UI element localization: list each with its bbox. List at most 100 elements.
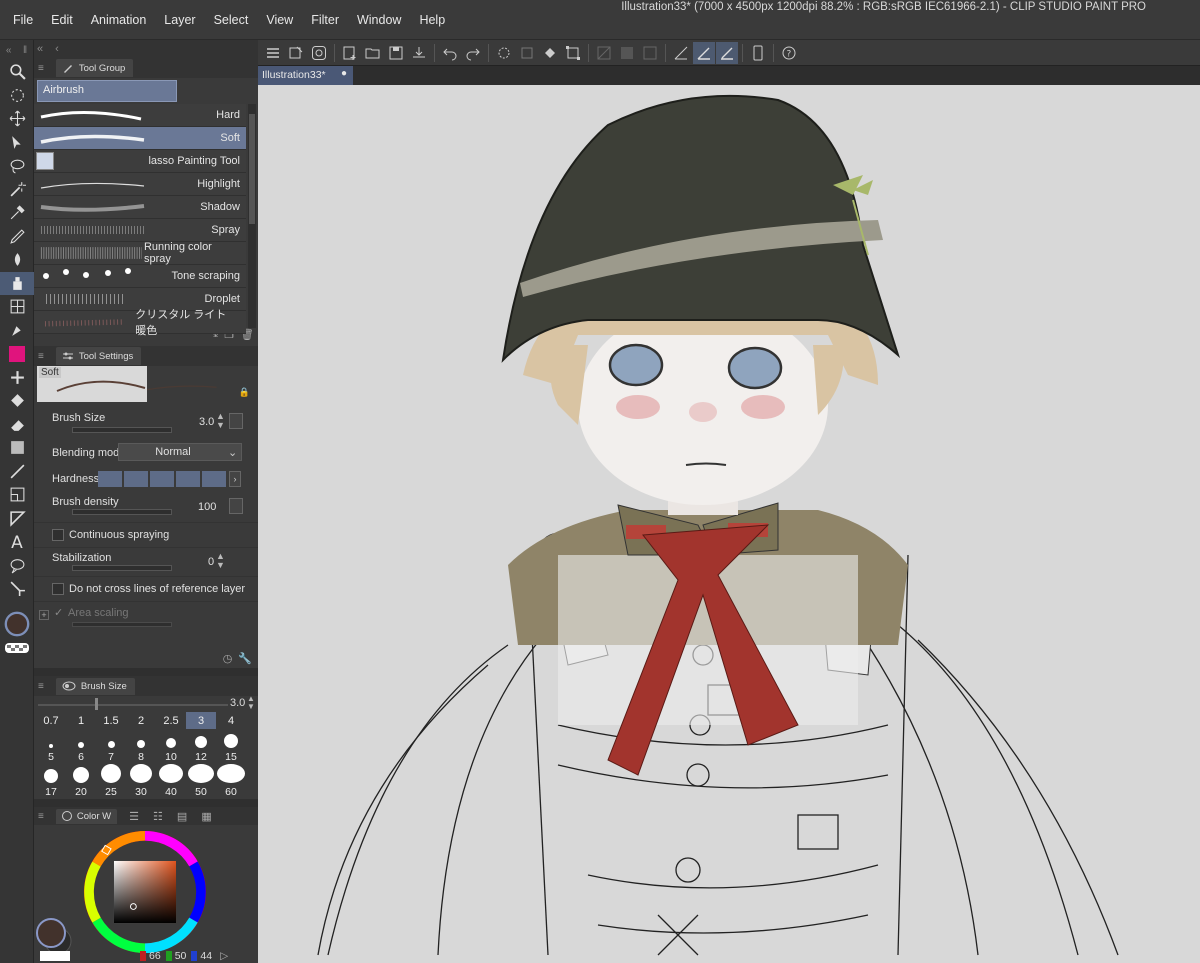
size-preset[interactable]: 7 [96, 729, 126, 764]
menu-view[interactable]: View [257, 0, 302, 40]
invert-selection-icon[interactable] [616, 42, 638, 64]
panel-menu-icon[interactable]: ≡ [38, 811, 44, 822]
size-preset[interactable]: 60 [216, 764, 246, 799]
transparent-color-icon[interactable] [0, 641, 34, 655]
tab-brush-size[interactable]: Brush Size [55, 677, 135, 695]
main-color-icon[interactable] [0, 607, 34, 641]
ink-pen-icon[interactable] [0, 319, 34, 343]
size-preset[interactable]: 0.7 [36, 712, 66, 729]
expand-icon[interactable]: + [39, 610, 49, 620]
wrench-icon[interactable]: 🔧 [238, 652, 252, 668]
tab-document[interactable]: Illustration33* ● [258, 66, 353, 85]
size-preset[interactable]: 3 [186, 712, 216, 729]
new-icon[interactable] [285, 42, 307, 64]
open-icon[interactable] [362, 42, 384, 64]
transform-icon[interactable] [562, 42, 584, 64]
brush-item[interactable]: Highlight [34, 173, 246, 196]
size-preset[interactable]: 30 [126, 764, 156, 799]
redo-icon[interactable] [462, 42, 484, 64]
menu-help[interactable]: Help [410, 0, 454, 40]
menu-window[interactable]: Window [348, 0, 410, 40]
chevron-left-icon[interactable]: ‹ [55, 43, 59, 55]
pen-icon[interactable] [0, 225, 34, 249]
size-preset[interactable]: 20 [66, 764, 96, 799]
brush-item[interactable]: Tone scraping [34, 265, 246, 288]
brush-list-scrollbar[interactable] [248, 104, 256, 328]
operation-icon[interactable] [0, 131, 34, 155]
eyedropper-icon[interactable] [0, 201, 34, 225]
stepper-icon[interactable]: ▲ ▼ [216, 412, 225, 430]
move-icon[interactable] [0, 107, 34, 131]
brush-size-panel-slider[interactable] [38, 704, 228, 706]
brush-size-value[interactable]: 3.0 [199, 416, 214, 428]
gradient-icon[interactable] [0, 436, 34, 460]
chevron-right-icon[interactable]: › [229, 471, 241, 487]
stepper-icon[interactable]: ▲ ▼ [216, 552, 225, 570]
menu-layer[interactable]: Layer [155, 0, 204, 40]
brush-item[interactable]: クリスタル ライト 暖色 [34, 309, 246, 337]
lasso-icon[interactable] [0, 154, 34, 178]
size-preset[interactable]: 25 [96, 764, 126, 799]
clear-icon[interactable] [493, 42, 515, 64]
transparent-color-icon[interactable] [40, 950, 70, 961]
tab-tool-settings[interactable]: Tool Settings [55, 347, 142, 365]
size-preset[interactable]: 50 [186, 764, 216, 799]
ruler-icon[interactable] [0, 507, 34, 531]
panel-menu-icon[interactable]: ≡ [38, 681, 44, 692]
size-preset[interactable]: 2.5 [156, 712, 186, 729]
tab-color-wheel[interactable]: Color W [55, 808, 118, 824]
brush-item[interactable]: Spray [34, 219, 246, 242]
size-preset[interactable]: 4 [216, 712, 246, 729]
correct-line-icon[interactable] [0, 577, 34, 601]
help-icon[interactable]: ? [778, 42, 800, 64]
reset-icon[interactable]: ◷ [223, 652, 233, 668]
approx-color-tab-icon[interactable]: ▤ [177, 810, 187, 823]
lock-icon[interactable]: 🔒 [239, 387, 250, 398]
airbrush-icon[interactable] [0, 271, 34, 295]
brush-size-slider[interactable] [72, 427, 172, 433]
size-preset[interactable]: 17 [36, 764, 66, 799]
collapse-icon[interactable]: « [37, 43, 43, 55]
new-canvas-icon[interactable] [339, 42, 361, 64]
size-preset[interactable]: 40 [156, 764, 186, 799]
hardness-presets[interactable] [98, 471, 226, 487]
menu-filter[interactable]: Filter [302, 0, 348, 40]
decoration-icon[interactable] [0, 295, 34, 319]
color-set-tab-icon[interactable]: ☰ [129, 810, 139, 823]
brush-icon[interactable] [0, 248, 34, 272]
deselect-icon[interactable] [593, 42, 615, 64]
brush-item[interactable]: lasso Painting Tool [34, 150, 246, 173]
snap-ruler-icon[interactable] [670, 42, 692, 64]
rotate-icon[interactable] [0, 84, 34, 108]
menu-animation[interactable]: Animation [82, 0, 156, 40]
close-dot-icon[interactable]: ● [341, 68, 347, 79]
continuous-spraying-checkbox[interactable] [52, 529, 64, 541]
panel-menu-icon[interactable]: ≡ [38, 351, 44, 362]
menu-edit[interactable]: Edit [42, 0, 82, 40]
panel-menu-icon[interactable]: ≡ [38, 63, 44, 74]
blending-mode-select[interactable]: Normal [118, 443, 242, 461]
size-preset[interactable]: 12 [186, 729, 216, 764]
reference-layer-checkbox[interactable] [52, 583, 64, 595]
slider-thumb[interactable] [95, 698, 98, 710]
reference-layer-setting[interactable]: Do not cross lines of reference layer [34, 576, 258, 602]
continuous-spraying-setting[interactable]: Continuous spraying [34, 522, 258, 548]
save-icon[interactable] [385, 42, 407, 64]
size-preset[interactable]: 6 [66, 729, 96, 764]
fill-bucket-icon[interactable] [0, 389, 34, 413]
brush-density-slider[interactable] [72, 509, 172, 515]
size-preset[interactable]: 5 [36, 729, 66, 764]
pressure-icon[interactable] [229, 498, 243, 514]
size-preset[interactable]: 10 [156, 729, 186, 764]
size-preset[interactable]: 15 [216, 729, 246, 764]
snap-grid-icon[interactable] [716, 41, 738, 64]
play-icon[interactable]: ▷ [220, 950, 228, 962]
color-history-tab-icon[interactable]: ☷ [153, 810, 163, 823]
balloon-icon[interactable] [0, 554, 34, 578]
fill-icon[interactable] [539, 42, 561, 64]
clear-outside-icon[interactable] [516, 42, 538, 64]
stepper-icon[interactable]: ▲ ▼ [247, 695, 255, 711]
active-tool-button[interactable]: Airbrush [37, 80, 177, 102]
size-preset[interactable]: 1 [66, 712, 96, 729]
canvas[interactable] [258, 85, 1200, 963]
